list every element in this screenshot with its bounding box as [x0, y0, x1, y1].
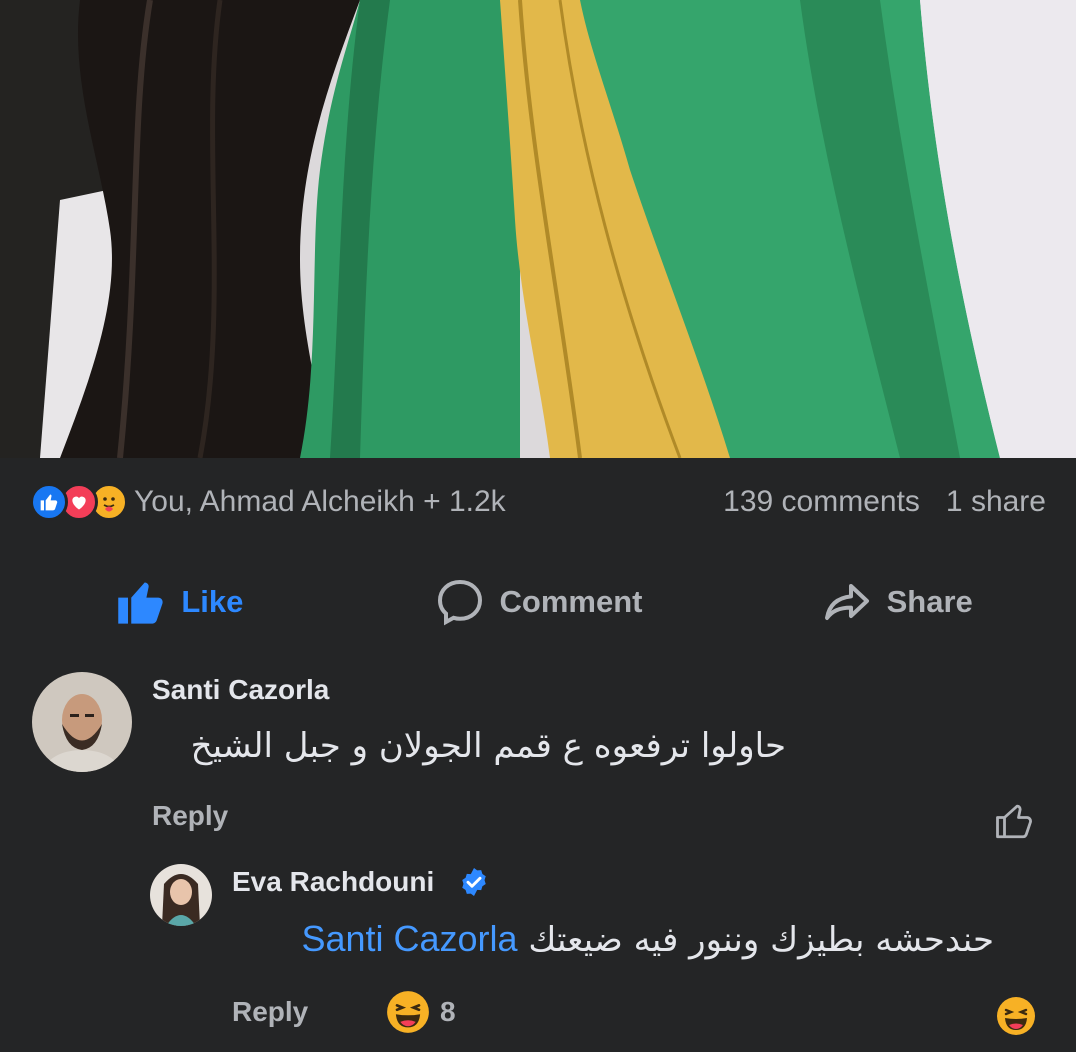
comment-button[interactable]: Comment [359, 576, 718, 628]
reactions-left[interactable]: You, Ahmad Alcheikh + 1.2k [30, 483, 506, 521]
haha-emoji-icon [997, 997, 1035, 1035]
comment-label: Comment [499, 584, 643, 619]
reaction-icons [30, 483, 128, 521]
like-icon [118, 582, 163, 624]
avatar-santi-cazorla[interactable] [32, 672, 132, 772]
reply-button[interactable]: Reply [152, 800, 228, 832]
share-icon [824, 584, 869, 620]
avatar-eva-rachdouni[interactable] [150, 864, 212, 926]
reply-text: حندحشه بطيزك وننور فيه ضيعتك [528, 920, 994, 960]
reply-reaction-count[interactable]: 8 [386, 990, 456, 1034]
avatar-image [32, 672, 132, 772]
reply-text-row: حندحشه بطيزك وننور فيه ضيعتك Santi Cazor… [301, 918, 994, 960]
reply-react-button[interactable] [996, 996, 1036, 1041]
like-label: Like [181, 584, 244, 619]
reply-mention[interactable]: Santi Cazorla [301, 918, 517, 959]
reactions-summary-text: You, Ahmad Alcheikh + 1.2k [134, 485, 506, 518]
reply-author-row: Eva Rachdouni [232, 866, 490, 898]
thumbs-up-outline-icon [996, 804, 1032, 839]
share-label: Share [886, 584, 973, 619]
comment-author[interactable]: Santi Cazorla [152, 674, 329, 706]
post-photo[interactable] [0, 0, 1076, 458]
post-action-bar: Like Comment Share [0, 556, 1076, 648]
engagement-counts: 139 comments 1 share [723, 485, 1046, 519]
comment-icon [437, 579, 482, 626]
reply-reply-button[interactable]: Reply [232, 996, 308, 1028]
like-reaction-icon [30, 483, 68, 521]
reactions-summary: You, Ahmad Alcheikh + 1.2k 139 comments … [0, 458, 1076, 546]
comments-count[interactable]: 139 comments [723, 485, 920, 519]
verified-badge-icon [462, 868, 486, 896]
reaction-count: 8 [440, 996, 456, 1027]
post-photo-graphic [0, 0, 1076, 458]
share-button[interactable]: Share [717, 576, 1076, 628]
reply-author[interactable]: Eva Rachdouni [232, 866, 434, 898]
haha-emoji-icon [387, 991, 429, 1033]
comment-text: حاولوا ترفعوه ع قمم الجولان و جبل الشيخ [190, 726, 786, 766]
shares-count[interactable]: 1 share [946, 485, 1046, 519]
comment-like-button[interactable] [994, 800, 1036, 847]
like-button[interactable]: Like [0, 576, 359, 628]
avatar-image [150, 864, 212, 926]
